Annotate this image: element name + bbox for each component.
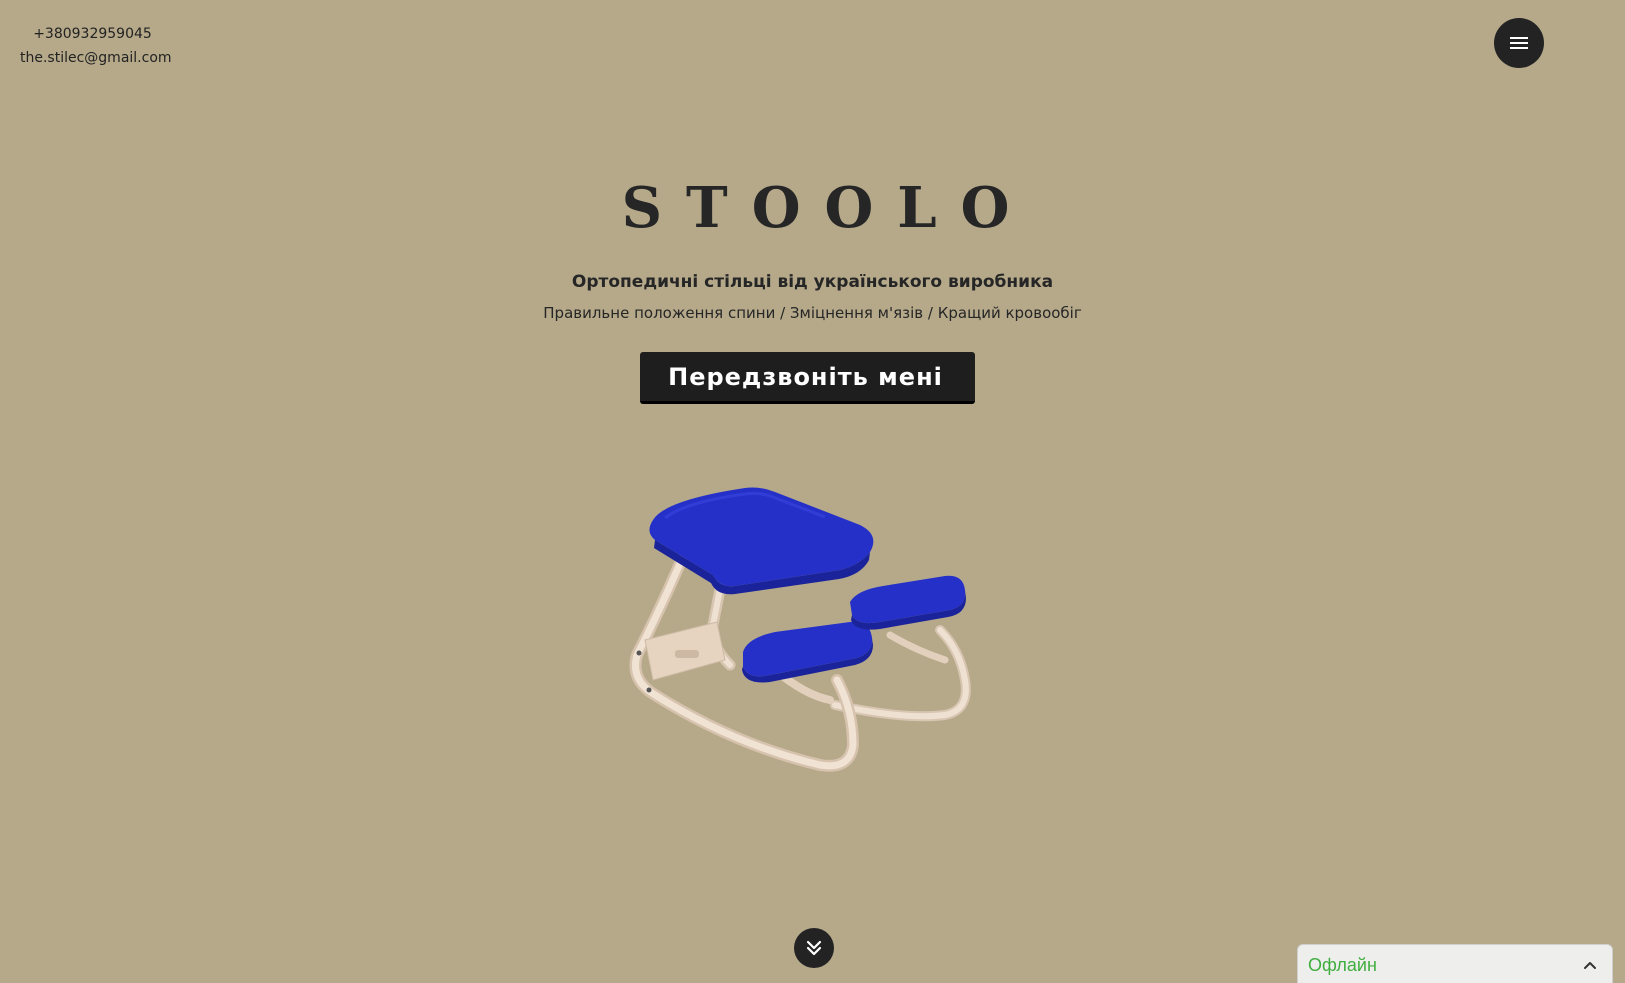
email-link[interactable]: the.stilec@gmail.com xyxy=(20,46,172,70)
callback-button[interactable]: Передзвоніть мені xyxy=(640,352,975,404)
hero-benefits: Правильне положення спини / Зміцнення м'… xyxy=(543,304,1082,322)
contact-info: +380932959045 the.stilec@gmail.com xyxy=(20,22,172,70)
phone-link[interactable]: +380932959045 xyxy=(20,22,165,46)
hero-subtitle: Ортопедичні стільці від українського вир… xyxy=(571,272,1054,292)
kneeling-chair-image xyxy=(629,487,971,772)
chat-status: Офлайн xyxy=(1308,955,1377,975)
chat-toggle-button[interactable] xyxy=(1580,955,1600,975)
menu-button[interactable] xyxy=(1494,18,1544,68)
double-chevron-down-icon xyxy=(806,940,822,956)
hero-section: STOOLO Ортопедичні стільці від українськ… xyxy=(0,168,1625,322)
chevron-up-icon xyxy=(1584,962,1596,969)
scroll-down-button[interactable] xyxy=(794,928,834,968)
chat-widget[interactable]: Офлайн xyxy=(1297,944,1613,983)
brand-title: STOOLO xyxy=(621,175,1034,241)
hamburger-menu-icon xyxy=(1510,37,1528,49)
landing-page: +380932959045 the.stilec@gmail.com STOOL… xyxy=(0,0,1625,983)
